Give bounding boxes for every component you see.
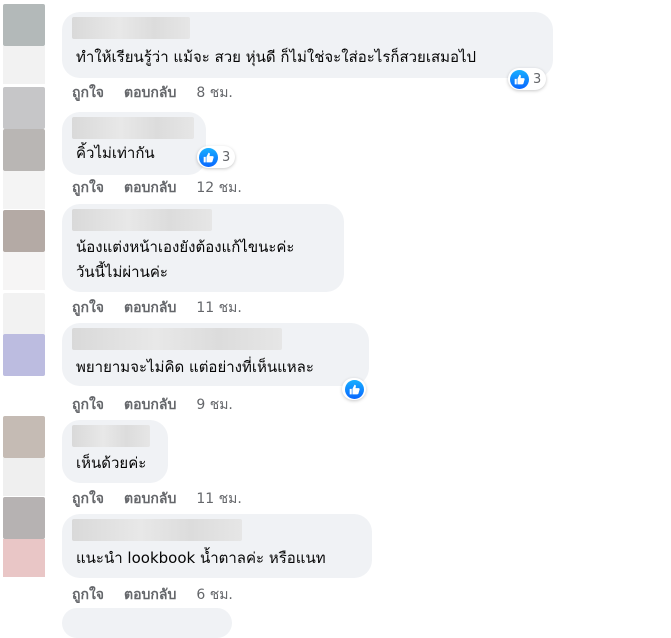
avatar-shadow	[3, 458, 45, 496]
comment-time[interactable]: 9 ชม.	[196, 394, 233, 416]
comment-text: ทำให้เรียนรู้ว่า แม้จะ สวย หุ่นดี ก็ไม่ใ…	[76, 48, 477, 66]
comment-time[interactable]: 6 ชม.	[196, 584, 233, 606]
comment-bubble: พยายามจะไม่คิด แต่อย่างที่เห็นแหละ	[62, 323, 369, 386]
comment-actions: ถูกใจ ตอบกลับ 12 ชม.	[72, 177, 242, 199]
comment-text: เห็นด้วยค่ะ	[76, 454, 147, 472]
comment-bubble	[62, 608, 232, 638]
like-button[interactable]: ถูกใจ	[72, 297, 104, 319]
commenter-name[interactable]	[72, 17, 190, 39]
comment-text: น้องแต่งหน้าเองยังต้องแก้ไขนะค่ะ	[76, 238, 295, 256]
avatar-shadow	[3, 46, 45, 84]
like-button[interactable]: ถูกใจ	[72, 488, 104, 510]
comment-bubble: ทำให้เรียนรู้ว่า แม้จะ สวย หุ่นดี ก็ไม่ใ…	[62, 12, 553, 78]
commenter-name[interactable]	[72, 425, 150, 447]
comment-actions: ถูกใจ ตอบกลับ 6 ชม.	[72, 584, 233, 606]
avatar[interactable]	[3, 129, 45, 171]
reaction-count[interactable]: 3	[508, 68, 547, 90]
comment-bubble: เห็นด้วยค่ะ	[62, 420, 168, 483]
reply-button[interactable]: ตอบกลับ	[124, 488, 176, 510]
reply-button[interactable]: ตอบกลับ	[124, 82, 176, 104]
avatar[interactable]	[3, 416, 45, 458]
comment-bubble: แนะนำ lookbook น้ำตาลค่ะ หรือแนท	[62, 514, 372, 578]
like-thumb-icon	[510, 69, 529, 89]
avatar[interactable]	[3, 497, 45, 539]
comment-time[interactable]: 11 ชม.	[196, 488, 241, 510]
comment-time[interactable]: 12 ชม.	[196, 177, 241, 199]
comment-text: คิ้วไม่เท่ากัน	[76, 144, 155, 162]
reply-button[interactable]: ตอบกลับ	[124, 297, 176, 319]
comment-text: วันนี้ไม่ผ่านค่ะ	[76, 263, 168, 281]
comment-text: แนะนำ lookbook น้ำตาลค่ะ หรือแนท	[76, 549, 326, 567]
reply-button[interactable]: ตอบกลับ	[124, 584, 176, 606]
like-button[interactable]: ถูกใจ	[72, 177, 104, 199]
comment-bubble: คิ้วไม่เท่ากัน	[62, 112, 206, 175]
commenter-name[interactable]	[72, 328, 282, 350]
reaction-count[interactable]: 3	[197, 146, 236, 168]
commenter-name[interactable]	[72, 519, 242, 541]
comment-actions: ถูกใจ ตอบกลับ 9 ชม.	[72, 394, 233, 416]
commenter-name[interactable]	[72, 209, 212, 231]
avatar-shadow	[3, 171, 45, 209]
avatar[interactable]	[3, 87, 45, 129]
comment-text: พยายามจะไม่คิด แต่อย่างที่เห็นแหละ	[76, 358, 314, 376]
like-thumb-icon	[344, 379, 364, 399]
like-button[interactable]: ถูกใจ	[72, 394, 104, 416]
like-button[interactable]: ถูกใจ	[72, 82, 104, 104]
comment-actions: ถูกใจ ตอบกลับ 11 ชม.	[72, 297, 242, 319]
comment-time[interactable]: 11 ชม.	[196, 297, 241, 319]
like-button[interactable]: ถูกใจ	[72, 584, 104, 606]
avatar-shadow	[3, 539, 45, 577]
comment-time[interactable]: 8 ชม.	[196, 82, 233, 104]
commenter-name[interactable]	[72, 117, 194, 139]
reply-button[interactable]: ตอบกลับ	[124, 177, 176, 199]
comment-actions: ถูกใจ ตอบกลับ 11 ชม.	[72, 488, 242, 510]
avatar[interactable]	[3, 334, 45, 376]
reaction-count[interactable]	[342, 378, 366, 400]
comment-bubble: น้องแต่งหน้าเองยังต้องแก้ไขนะค่ะ วันนี้ไ…	[62, 204, 344, 292]
avatar-shadow	[3, 252, 45, 290]
reaction-count-value: 3	[222, 149, 231, 165]
avatar[interactable]	[3, 4, 45, 46]
avatar[interactable]	[3, 210, 45, 252]
reaction-count-value: 3	[533, 71, 542, 87]
like-thumb-icon	[199, 147, 218, 167]
avatar[interactable]	[3, 293, 45, 335]
reply-button[interactable]: ตอบกลับ	[124, 394, 176, 416]
comment-actions: ถูกใจ ตอบกลับ 8 ชม.	[72, 82, 233, 104]
